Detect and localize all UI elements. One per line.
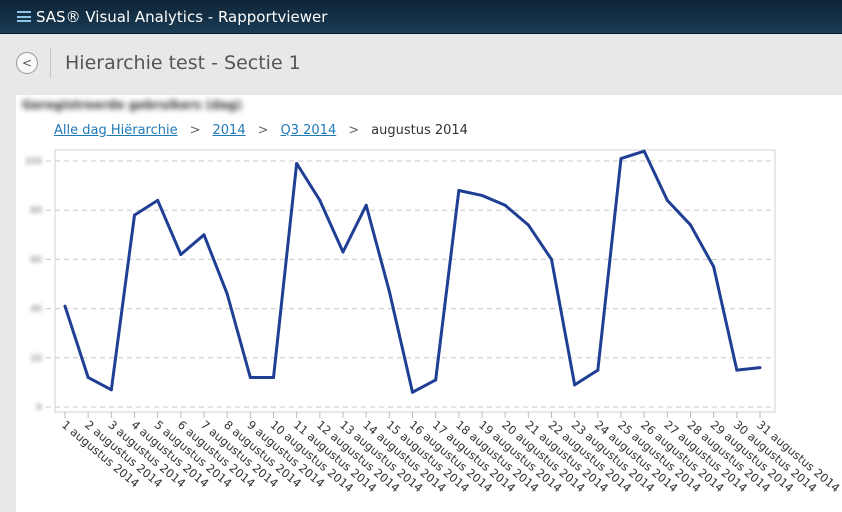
y-tick-label: 100 — [25, 157, 42, 167]
data-point — [225, 292, 229, 296]
chevron-left-icon: < — [21, 56, 33, 70]
data-point — [318, 198, 322, 202]
data-point — [642, 149, 646, 153]
data-point — [272, 375, 275, 379]
data-point — [133, 213, 136, 217]
data-point — [735, 368, 739, 372]
divider — [50, 48, 51, 78]
data-point — [503, 203, 507, 207]
data-point — [248, 375, 252, 379]
data-line — [63, 149, 761, 394]
data-point — [156, 198, 160, 202]
report-toolbar: < Hierarchie test - Sectie 1 — [0, 34, 842, 92]
y-tick-label: 20 — [31, 354, 43, 364]
y-tick-label: 60 — [31, 255, 43, 265]
data-point — [109, 388, 113, 392]
hamburger-menu-icon[interactable] — [17, 11, 31, 22]
chart-panel: Geregistreerde gebruikers (dag) Alle dag… — [16, 95, 842, 512]
data-point — [573, 383, 577, 387]
app-header: SAS® Visual Analytics - Rapportviewer — [0, 0, 842, 34]
plot-area — [54, 149, 776, 413]
data-point — [712, 265, 716, 269]
data-point — [202, 233, 206, 237]
data-point — [434, 378, 438, 382]
y-tick-label: 40 — [31, 305, 43, 315]
data-point — [758, 366, 762, 370]
app-title: SAS® Visual Analytics - Rapportviewer — [36, 7, 328, 26]
data-point — [411, 390, 414, 394]
data-point — [689, 223, 692, 227]
data-point — [619, 157, 623, 161]
data-point — [364, 203, 368, 207]
y-tick-label: 0 — [36, 403, 42, 413]
y-tick-label: 80 — [31, 206, 43, 216]
data-point — [480, 193, 484, 197]
data-point — [86, 375, 90, 379]
data-point — [665, 198, 669, 202]
data-point — [596, 368, 600, 372]
data-point — [179, 252, 183, 256]
data-point — [295, 161, 299, 165]
data-point — [341, 250, 345, 254]
data-point — [457, 189, 461, 193]
data-point — [387, 289, 391, 293]
data-point — [550, 257, 553, 261]
back-button[interactable]: < — [16, 52, 38, 74]
page-title: Hierarchie test - Sectie 1 — [65, 52, 301, 74]
data-point — [63, 304, 67, 308]
line-chart: 0204060801001 augustus 20142 augustus 20… — [25, 149, 842, 495]
data-point — [526, 223, 530, 227]
